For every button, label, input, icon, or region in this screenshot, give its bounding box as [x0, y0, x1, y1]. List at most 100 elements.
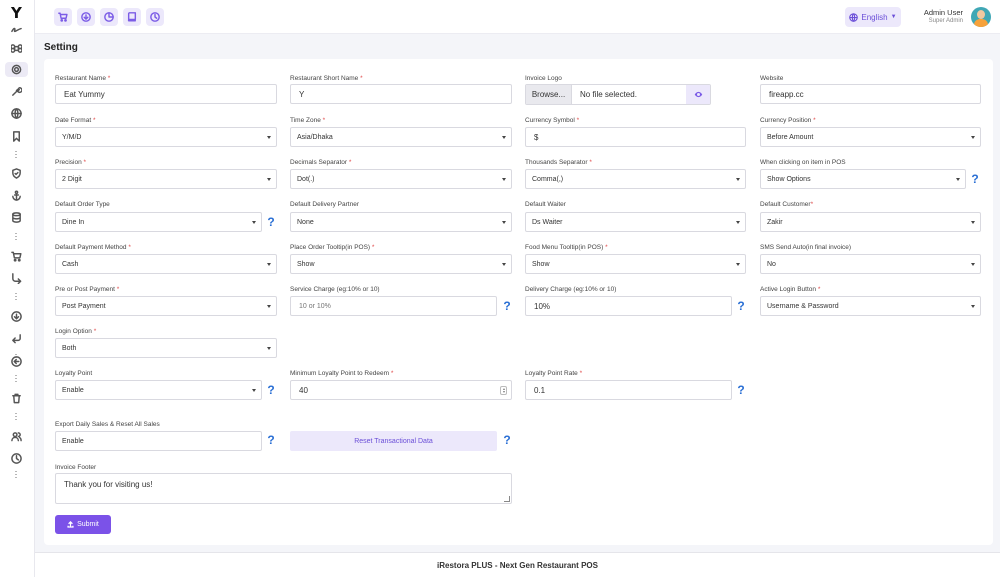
back-icon[interactable]: [9, 354, 24, 369]
help-icon[interactable]: ?: [266, 433, 276, 447]
submit-button[interactable]: Submit: [55, 515, 111, 534]
food-menu-tooltip-select[interactable]: Show: [525, 254, 746, 274]
book-icon[interactable]: [123, 8, 141, 26]
more-icon[interactable]: · · ·: [14, 289, 18, 304]
service-charge-input[interactable]: [290, 296, 497, 316]
user-role: Super Admin: [928, 18, 963, 24]
chevron-down-icon: [267, 136, 271, 139]
pos-click-label: When clicking on item in POS: [760, 159, 846, 166]
more-icon[interactable]: · · ·: [14, 409, 18, 424]
more-icon[interactable]: · · ·: [14, 467, 18, 482]
decimals-separator-label: Decimals Separator *: [290, 159, 352, 166]
website-label: Website: [760, 75, 784, 82]
user-name[interactable]: Admin User: [924, 8, 963, 17]
anchor-icon[interactable]: [9, 188, 24, 203]
restaurant-name-input[interactable]: Eat Yummy: [55, 84, 277, 104]
trash-icon[interactable]: [9, 391, 24, 406]
invoice-footer-textarea[interactable]: Thank you for visiting us!: [55, 473, 512, 504]
more-icon[interactable]: · · ·: [14, 371, 18, 386]
time-zone-select[interactable]: Asia/Dhaka: [290, 127, 512, 147]
more-icon[interactable]: · · ·: [14, 229, 18, 244]
chevron-down-icon: [956, 178, 960, 181]
database-icon[interactable]: [9, 210, 24, 225]
sms-send-auto-select[interactable]: No: [760, 254, 981, 274]
gear-icon[interactable]: [5, 62, 28, 77]
pre-post-payment-label: Pre or Post Payment *: [55, 286, 120, 293]
default-delivery-partner-label: Default Delivery Partner: [290, 201, 359, 208]
wrench-icon[interactable]: [9, 84, 24, 99]
default-order-type-select[interactable]: Dine In: [55, 212, 262, 232]
globe-icon[interactable]: [9, 106, 24, 121]
language-label: English: [861, 12, 888, 22]
export-daily-sales-label: Export Daily Sales & Reset All Sales: [55, 421, 160, 428]
eye-icon[interactable]: [686, 85, 710, 104]
pie-chart-icon[interactable]: [100, 8, 118, 26]
pos-click-select[interactable]: Show Options: [760, 169, 966, 189]
place-order-tooltip-select[interactable]: Show: [290, 254, 512, 274]
signature-icon[interactable]: [9, 22, 24, 37]
help-icon[interactable]: ?: [736, 299, 746, 313]
file-status: No file selected.: [580, 90, 637, 99]
thousands-separator-label: Thousands Separator *: [525, 159, 592, 166]
chevron-down-icon: [971, 221, 975, 224]
return-icon[interactable]: [9, 331, 24, 346]
export-daily-sales-field[interactable]: Enable: [55, 431, 262, 451]
app-logo[interactable]: Y: [11, 4, 22, 22]
chevron-down-icon: [736, 178, 740, 181]
download-icon[interactable]: [9, 309, 24, 324]
shield-icon[interactable]: [9, 166, 24, 181]
restaurant-name-label: Restaurant Name *: [55, 75, 111, 82]
more-icon[interactable]: · · ·: [14, 147, 18, 162]
clock-icon[interactable]: [146, 8, 164, 26]
users-icon[interactable]: [9, 429, 24, 444]
chevron-down-icon: [267, 347, 271, 350]
download-icon[interactable]: [77, 8, 95, 26]
help-icon[interactable]: ?: [736, 383, 746, 397]
delivery-charge-input[interactable]: 10%: [525, 296, 732, 316]
default-payment-method-select[interactable]: Cash: [55, 254, 277, 274]
help-icon[interactable]: ?: [970, 172, 980, 186]
bookmark-icon[interactable]: [9, 129, 24, 144]
date-format-select[interactable]: Y/M/D: [55, 127, 277, 147]
number-stepper-icon[interactable]: [500, 386, 507, 395]
share-icon[interactable]: [9, 271, 24, 286]
language-dropdown[interactable]: English ▼: [845, 7, 901, 27]
default-waiter-select[interactable]: Ds Waiter: [525, 212, 746, 232]
cart-icon[interactable]: [9, 249, 24, 264]
login-option-select[interactable]: Both: [55, 338, 277, 358]
help-icon[interactable]: ?: [266, 215, 276, 229]
active-login-button-select[interactable]: Username & Password: [760, 296, 981, 316]
precision-select[interactable]: 2 Digit: [55, 169, 277, 189]
submit-label: Submit: [77, 521, 99, 528]
invoice-logo-file-input[interactable]: Browse... No file selected.: [525, 84, 711, 105]
avatar[interactable]: [971, 7, 991, 27]
loyalty-point-select[interactable]: Enable: [55, 380, 262, 400]
restaurant-short-name-input[interactable]: Y: [290, 84, 512, 104]
precision-label: Precision *: [55, 159, 87, 166]
resize-handle-icon[interactable]: [504, 496, 510, 502]
delivery-charge-label: Delivery Charge (eg:10% or 10): [525, 286, 617, 293]
currency-position-select[interactable]: Before Amount: [760, 127, 981, 147]
website-input[interactable]: fireapp.cc: [760, 84, 981, 104]
default-delivery-partner-select[interactable]: None: [290, 212, 512, 232]
decimals-separator-select[interactable]: Dot(.): [290, 169, 512, 189]
command-icon[interactable]: [9, 41, 24, 56]
help-icon[interactable]: ?: [502, 433, 512, 447]
currency-symbol-input[interactable]: $: [525, 127, 746, 147]
default-customer-select[interactable]: Zakir: [760, 212, 981, 232]
help-icon[interactable]: ?: [266, 383, 276, 397]
thousands-separator-select[interactable]: Comma(,): [525, 169, 746, 189]
clock-icon[interactable]: [9, 451, 24, 466]
cart-icon[interactable]: [54, 8, 72, 26]
chevron-down-icon: [971, 263, 975, 266]
min-loyalty-redeem-input[interactable]: 40: [290, 380, 512, 400]
chevron-down-icon: [267, 263, 271, 266]
reset-transactional-data-button[interactable]: Reset Transactional Data: [290, 431, 497, 451]
globe-icon: [849, 12, 859, 22]
chevron-down-icon: [502, 178, 506, 181]
help-icon[interactable]: ?: [502, 299, 512, 313]
chevron-down-icon: [971, 136, 975, 139]
pre-post-payment-select[interactable]: Post Payment: [55, 296, 277, 316]
browse-button[interactable]: Browse...: [526, 85, 572, 104]
loyalty-point-rate-input[interactable]: 0.1: [525, 380, 732, 400]
